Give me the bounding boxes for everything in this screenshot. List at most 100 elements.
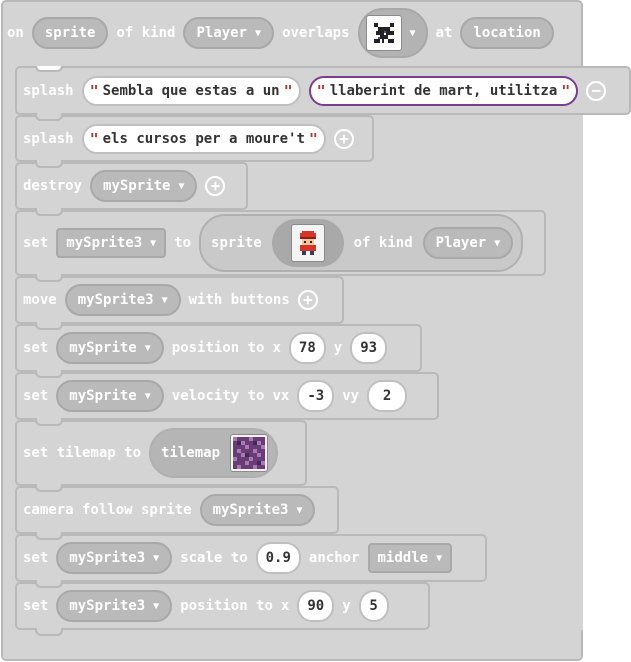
with-buttons-label: with buttons (188, 292, 290, 308)
set-label: set (23, 550, 49, 566)
sprite-image-picker[interactable] (271, 219, 344, 267)
event-header-row: on sprite of kind Player ▼ overlaps ▼ at… (1, 0, 583, 66)
kind-dropdown[interactable]: Player ▼ (183, 17, 275, 49)
scale-to-label: scale to (180, 550, 248, 566)
player-sprite-icon (290, 224, 325, 262)
splash-text-value: Sembla que estas a un (102, 82, 280, 99)
y-number-input[interactable]: 5 (358, 590, 389, 622)
y-label: y (342, 598, 351, 614)
splash-text-input[interactable]: " els cursos per a moure't " (81, 123, 326, 154)
chevron-down-icon: ▼ (255, 27, 262, 39)
y-number-input[interactable]: 93 (350, 332, 388, 364)
anchor-value: middle (377, 550, 429, 566)
move-with-buttons-block[interactable]: move mySprite3 ▼ with buttons + (15, 276, 344, 330)
destroy-block[interactable]: destroy mySprite ▼ + (15, 162, 248, 216)
set-position-block[interactable]: set mySprite ▼ position to x 78 y 93 (15, 324, 422, 378)
scale-number-input[interactable]: 0.9 (255, 542, 301, 574)
vy-number-input[interactable]: 2 (367, 380, 408, 412)
position-to-label: position to (180, 598, 273, 614)
variable-dropdown[interactable]: mySprite ▼ (90, 170, 198, 202)
set-velocity-block[interactable]: set mySprite ▼ velocity to vx -3 vy 2 (15, 372, 439, 426)
variable-name: mySprite (103, 178, 171, 194)
x-label: x (272, 340, 281, 356)
anchor-dropdown[interactable]: middle ▼ (367, 543, 453, 573)
variable-dropdown[interactable]: mySprite3 ▼ (199, 494, 316, 526)
add-argument-button[interactable]: + (333, 128, 354, 149)
vx-number-input[interactable]: -3 (297, 380, 335, 412)
on-label: on (7, 25, 24, 41)
variable-name: mySprite (69, 340, 137, 356)
chevron-down-icon: ▼ (144, 342, 151, 354)
variable-name: mySprite (69, 388, 137, 404)
set-tilemap-block[interactable]: set tilemap to tilemap (15, 420, 307, 492)
variable-name: mySprite3 (69, 550, 146, 566)
set-sprite-block[interactable]: set mySprite3 ▼ to sprite of kind Player… (15, 210, 546, 282)
tilemap-reporter[interactable]: tilemap (149, 428, 279, 478)
camera-follow-block[interactable]: camera follow sprite mySprite3 ▼ (15, 486, 339, 540)
set-tilemap-label: set tilemap to (23, 445, 142, 461)
tile-dropdown[interactable]: ▼ (357, 8, 428, 58)
x-label: x (280, 598, 290, 614)
chevron-down-icon: ▼ (144, 390, 151, 402)
splash-text-value: llaberint de mart, utilitza (329, 82, 558, 99)
splash-label: splash (23, 82, 74, 99)
chevron-down-icon: ▼ (161, 294, 168, 306)
splash-block-1[interactable]: splash " Sembla que estas a un " " llabe… (15, 66, 631, 121)
sprite-label: sprite (211, 235, 262, 251)
splash-text-input-2[interactable]: " llaberint de mart, utilitza " (308, 75, 579, 106)
add-argument-button[interactable]: + (205, 176, 226, 196)
tile-image-icon (365, 15, 402, 51)
tilemap-image-icon[interactable] (230, 434, 269, 472)
position-to-label: position to (171, 340, 265, 356)
vx-label: vx (272, 388, 290, 404)
variable-dropdown[interactable]: mySprite3 ▼ (56, 590, 173, 622)
variable-name: mySprite3 (77, 292, 154, 308)
to-label: to (174, 235, 192, 251)
variable-dropdown[interactable]: mySprite ▼ (56, 380, 164, 412)
splash-text-value: els cursos per a moure't (102, 130, 305, 147)
set-label: set (23, 340, 49, 356)
splash-text-input-1[interactable]: " Sembla que estas a un " (81, 75, 301, 106)
chevron-down-icon: ▼ (153, 552, 160, 564)
chevron-down-icon: ▼ (494, 237, 501, 249)
camera-follow-label: camera follow sprite (23, 502, 192, 518)
tilemap-label: tilemap (161, 445, 221, 461)
variable-dropdown[interactable]: mySprite3 ▼ (64, 284, 181, 316)
add-argument-button[interactable]: + (297, 290, 318, 310)
variable-name: mySprite3 (66, 235, 143, 251)
x-number-input[interactable]: 90 (297, 590, 335, 622)
kind-dropdown[interactable]: Player ▼ (422, 227, 514, 259)
kind-value: Player (435, 235, 487, 251)
set-position-block-2[interactable]: set mySprite3 ▼ position to x 90 y 5 (15, 582, 430, 636)
variable-dropdown[interactable]: mySprite3 ▼ (56, 542, 173, 574)
vy-label: vy (342, 388, 360, 404)
of-kind-label: of kind (116, 25, 176, 41)
location-param[interactable]: location (460, 17, 554, 49)
chevron-down-icon: ▼ (296, 504, 303, 516)
move-label: move (23, 292, 57, 308)
set-scale-block[interactable]: set mySprite3 ▼ scale to 0.9 anchor midd… (15, 534, 487, 588)
splash-label: splash (23, 130, 74, 147)
overlaps-label: overlaps (282, 25, 350, 41)
at-label: at (435, 25, 453, 41)
set-label: set (23, 235, 49, 251)
of-kind-label: of kind (353, 235, 413, 251)
chevron-down-icon: ▼ (409, 27, 416, 39)
create-sprite-reporter[interactable]: sprite of kind Player ▼ (199, 214, 524, 272)
destroy-label: destroy (23, 178, 83, 194)
variable-dropdown[interactable]: mySprite3 ▼ (56, 228, 167, 258)
x-number-input[interactable]: 78 (288, 332, 326, 364)
chevron-down-icon: ▼ (178, 180, 185, 192)
variable-dropdown[interactable]: mySprite ▼ (56, 332, 164, 364)
y-label: y (333, 340, 343, 356)
splash-block-2[interactable]: splash " els cursos per a moure't " + (15, 115, 374, 168)
remove-argument-button[interactable]: − (586, 80, 607, 101)
variable-name: mySprite3 (69, 598, 146, 614)
sprite-param[interactable]: sprite (31, 17, 109, 49)
chevron-down-icon: ▼ (153, 600, 160, 612)
kind-value: Player (196, 25, 248, 41)
chevron-down-icon: ▼ (436, 552, 443, 564)
anchor-label: anchor (308, 550, 360, 566)
chevron-down-icon: ▼ (150, 237, 157, 249)
set-label: set (23, 598, 49, 614)
